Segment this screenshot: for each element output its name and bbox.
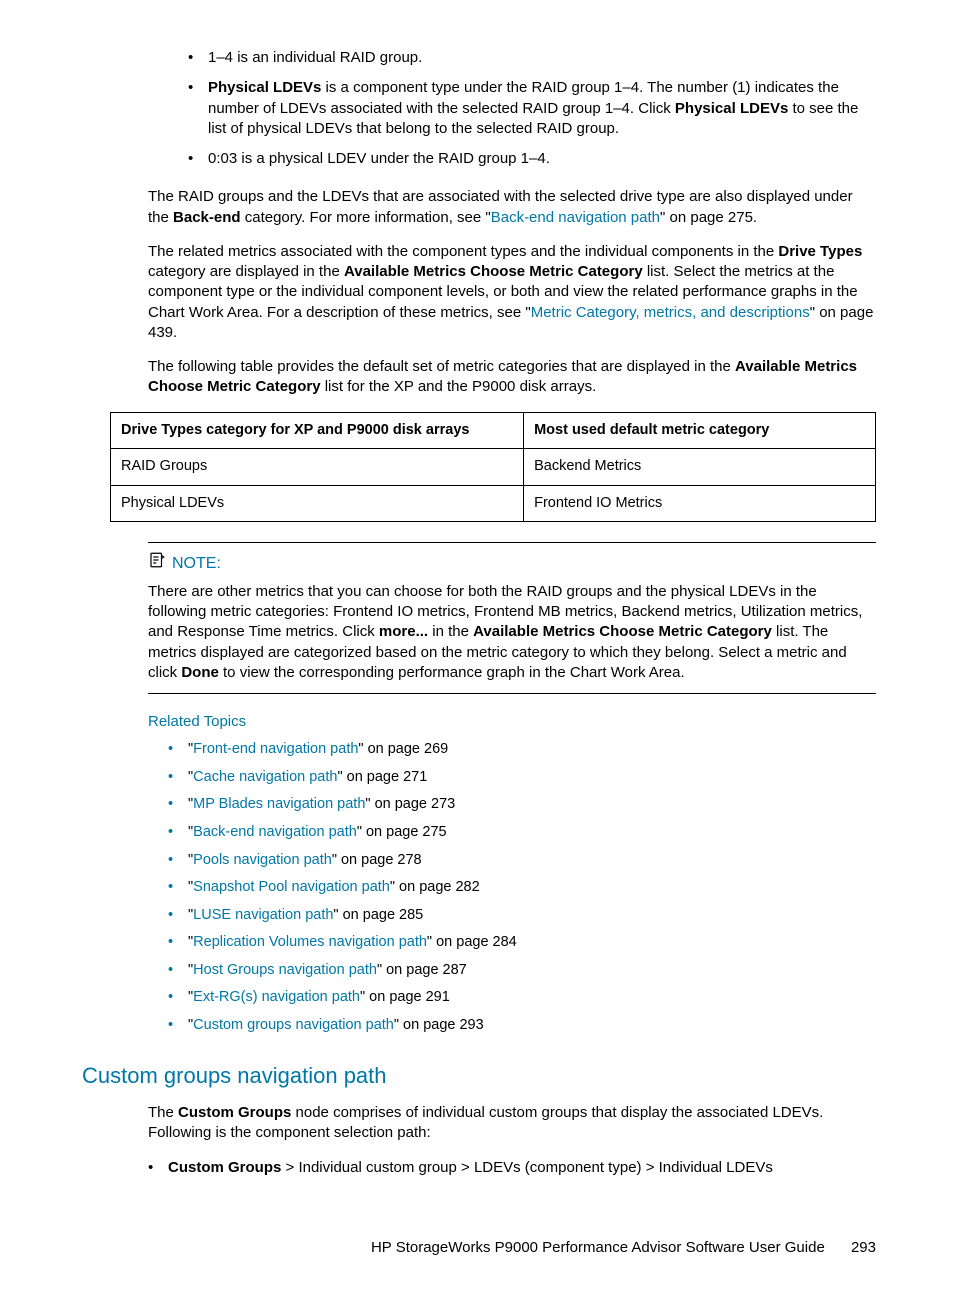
text: The xyxy=(148,1104,178,1121)
list-item: Custom Groups > Individual custom group … xyxy=(148,1158,876,1178)
table-cell: RAID Groups xyxy=(111,449,524,486)
related-link[interactable]: Snapshot Pool navigation path xyxy=(193,879,390,895)
table-cell: Frontend IO Metrics xyxy=(524,485,876,522)
text: in the xyxy=(428,623,473,640)
section-paragraph: The Custom Groups node comprises of indi… xyxy=(148,1103,876,1144)
backend-nav-link[interactable]: Back-end navigation path xyxy=(491,209,660,226)
list-item: "Cache navigation path" on page 271 xyxy=(168,768,876,788)
list-item: "Snapshot Pool navigation path" on page … xyxy=(168,878,876,898)
list-item: 1–4 is an individual RAID group. xyxy=(188,48,876,68)
list-item: "Pools navigation path" on page 278 xyxy=(168,851,876,871)
text-bold: Drive Types xyxy=(778,243,862,260)
text-bold: more... xyxy=(379,623,428,640)
paragraph-table-intro: The following table provides the default… xyxy=(148,357,876,398)
text-bold: Custom Groups xyxy=(168,1159,281,1176)
related-link[interactable]: Replication Volumes navigation path xyxy=(193,934,427,950)
related-link[interactable]: LUSE navigation path xyxy=(193,907,333,923)
note-body: There are other metrics that you can cho… xyxy=(148,582,876,683)
text-bold: Physical LDEVs xyxy=(675,100,788,117)
related-link[interactable]: Front-end navigation path xyxy=(193,741,358,757)
section-bullet-list: Custom Groups > Individual custom group … xyxy=(148,1158,876,1178)
list-item: "Host Groups navigation path" on page 28… xyxy=(168,961,876,981)
table-header-row: Drive Types category for XP and P9000 di… xyxy=(111,412,876,449)
text: category. For more information, see " xyxy=(241,209,491,226)
text-bold: Done xyxy=(181,664,219,681)
list-item: 0:03 is a physical LDEV under the RAID g… xyxy=(188,149,876,169)
text: 0:03 is a physical LDEV under the RAID g… xyxy=(208,150,550,167)
table-header: Most used default metric category xyxy=(524,412,876,449)
list-item: "LUSE navigation path" on page 285 xyxy=(168,906,876,926)
text: 1–4 is an individual RAID group. xyxy=(208,49,422,66)
note-box: NOTE: There are other metrics that you c… xyxy=(148,542,876,694)
text-bold: Custom Groups xyxy=(178,1104,291,1121)
text: The related metrics associated with the … xyxy=(148,243,778,260)
note-label: NOTE: xyxy=(172,553,221,575)
table-row: Physical LDEVs Frontend IO Metrics xyxy=(111,485,876,522)
related-link[interactable]: Cache navigation path xyxy=(193,769,337,785)
text: list for the XP and the P9000 disk array… xyxy=(321,378,597,395)
related-link[interactable]: Back-end navigation path xyxy=(193,824,357,840)
footer-title: HP StorageWorks P9000 Performance Adviso… xyxy=(371,1239,825,1256)
text: > Individual custom group > LDEVs (compo… xyxy=(281,1159,773,1176)
metric-category-link[interactable]: Metric Category, metrics, and descriptio… xyxy=(531,304,810,321)
list-item: "Back-end navigation path" on page 275 xyxy=(168,823,876,843)
list-item: "Front-end navigation path" on page 269 xyxy=(168,740,876,760)
paragraph-backend: The RAID groups and the LDEVs that are a… xyxy=(148,187,876,228)
text-bold: Available Metrics Choose Metric Category xyxy=(473,623,772,640)
paragraph-metrics: The related metrics associated with the … xyxy=(148,242,876,343)
table-cell: Backend Metrics xyxy=(524,449,876,486)
list-item: "Replication Volumes navigation path" on… xyxy=(168,933,876,953)
related-link[interactable]: Custom groups navigation path xyxy=(193,1017,394,1033)
related-link[interactable]: MP Blades navigation path xyxy=(193,796,365,812)
table-cell: Physical LDEVs xyxy=(111,485,524,522)
text: The following table provides the default… xyxy=(148,358,735,375)
list-item: "MP Blades navigation path" on page 273 xyxy=(168,795,876,815)
text: category are displayed in the xyxy=(148,263,344,280)
text: " on page 275. xyxy=(660,209,757,226)
related-link[interactable]: Pools navigation path xyxy=(193,852,332,868)
text-bold: Back-end xyxy=(173,209,241,226)
section-heading: Custom groups navigation path xyxy=(82,1061,876,1091)
note-heading: NOTE: xyxy=(148,551,876,576)
intro-bullet-list: 1–4 is an individual RAID group. Physica… xyxy=(148,48,876,169)
list-item: Physical LDEVs is a component type under… xyxy=(188,78,876,139)
page-footer: HP StorageWorks P9000 Performance Adviso… xyxy=(110,1238,876,1258)
page-number: 293 xyxy=(851,1239,876,1256)
metric-category-table: Drive Types category for XP and P9000 di… xyxy=(110,412,876,523)
related-link[interactable]: Ext-RG(s) navigation path xyxy=(193,989,360,1005)
related-topics-list: "Front-end navigation path" on page 269 … xyxy=(110,740,876,1035)
list-item: "Custom groups navigation path" on page … xyxy=(168,1016,876,1036)
table-header: Drive Types category for XP and P9000 di… xyxy=(111,412,524,449)
list-item: "Ext-RG(s) navigation path" on page 291 xyxy=(168,988,876,1008)
text-bold: Physical LDEVs xyxy=(208,79,321,96)
note-icon xyxy=(148,551,172,576)
text: to view the corresponding performance gr… xyxy=(219,664,685,681)
related-link[interactable]: Host Groups navigation path xyxy=(193,962,377,978)
text-bold: Available Metrics Choose Metric Category xyxy=(344,263,643,280)
related-topics-heading: Related Topics xyxy=(148,712,876,732)
table-row: RAID Groups Backend Metrics xyxy=(111,449,876,486)
